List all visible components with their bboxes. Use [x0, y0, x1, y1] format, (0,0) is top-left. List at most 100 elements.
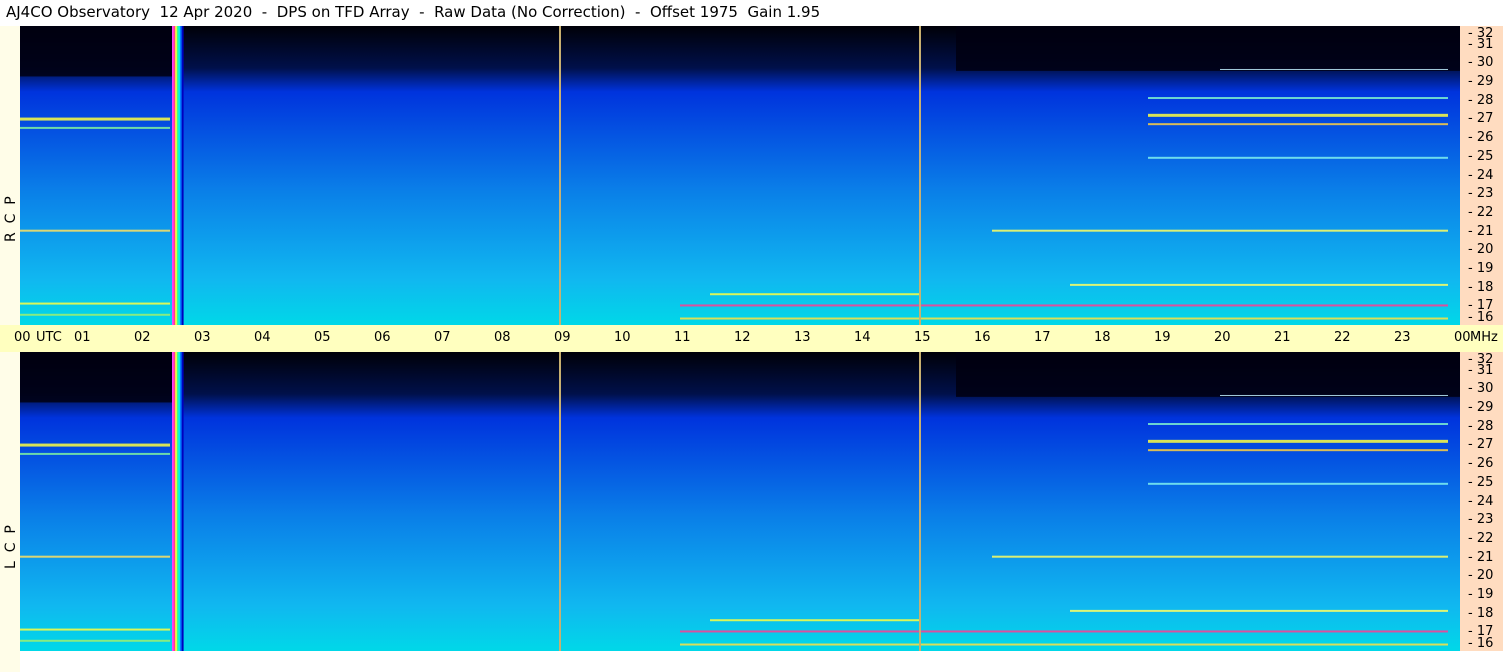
- time-tick-label: 22: [1334, 330, 1351, 345]
- interference-band: [20, 452, 170, 455]
- interference-band: [1220, 394, 1448, 396]
- time-tick-label: 20: [1214, 330, 1231, 345]
- time-tick-label: 00: [14, 330, 31, 345]
- lcp-background: [20, 352, 1460, 651]
- interference-band: [1148, 423, 1448, 426]
- frequency-tick-label: - 19: [1468, 260, 1494, 276]
- chart-title: AJ4CO Observatory 12 Apr 2020 - DPS on T…: [6, 3, 821, 21]
- frequency-tick-label: - 21: [1468, 549, 1494, 565]
- frequency-tick-label: - 18: [1468, 605, 1494, 621]
- interference-band: [1220, 68, 1448, 70]
- time-tick-label: 12: [734, 330, 751, 345]
- frequency-tick-label: - 24: [1468, 493, 1494, 509]
- interference-band: [680, 304, 1448, 307]
- utc-label: UTC: [36, 330, 62, 345]
- interference-band: [1148, 482, 1448, 485]
- interference-band: [1148, 97, 1448, 100]
- interference-band: [1148, 449, 1448, 452]
- broadband-burst: [181, 352, 184, 651]
- time-tick-label: 03: [194, 330, 211, 345]
- interference-band: [680, 643, 1448, 646]
- frequency-tick-label: - 20: [1468, 242, 1494, 258]
- time-tick-label: 07: [434, 330, 451, 345]
- frequency-tick-label: - 22: [1468, 204, 1494, 220]
- lcp-spectrogram-svg: [20, 352, 1460, 651]
- frequency-tick-label: - 31: [1468, 362, 1494, 378]
- time-tick-label: 04: [254, 330, 271, 345]
- dark-region: [956, 352, 1460, 397]
- interference-band: [680, 630, 1448, 633]
- interference-band: [1148, 113, 1448, 117]
- time-tick-label: 02: [134, 330, 151, 345]
- time-tick-label: 18: [1094, 330, 1111, 345]
- interference-band: [20, 313, 170, 316]
- dark-region: [20, 26, 176, 77]
- interference-band: [1148, 156, 1448, 159]
- lcp-spectrogram: [20, 352, 1460, 651]
- time-tick-label: 21: [1274, 330, 1291, 345]
- time-axis: 00 01 02 03 04 05 06 07 08 09 10 11 12 13 14 15 16 17 18 19…: [0, 325, 1503, 352]
- time-tick-label: 08: [494, 330, 511, 345]
- interference-band: [680, 317, 1448, 320]
- interference-band: [20, 117, 170, 121]
- broadband-burst: [181, 26, 184, 325]
- interference-band: [1148, 439, 1448, 443]
- interference-band: [20, 229, 170, 232]
- rcp-spectrogram: [20, 26, 1460, 325]
- lcp-label: L C P: [3, 525, 19, 569]
- frequency-tick-label: - 31: [1468, 36, 1494, 52]
- interference-band: [992, 229, 1448, 232]
- interference-band: [1070, 283, 1448, 286]
- mhz-label: MHz: [1470, 330, 1498, 345]
- rcp-spectrogram-svg: [20, 26, 1460, 325]
- time-tick-label: 13: [794, 330, 811, 345]
- time-tick-label: 09: [554, 330, 571, 345]
- interference-band: [20, 302, 170, 305]
- frequency-tick-label: - 27: [1468, 437, 1494, 453]
- interference-band: [1070, 609, 1448, 612]
- frequency-tick-label: - 18: [1468, 279, 1494, 295]
- frequency-tick-label: - 19: [1468, 586, 1494, 602]
- rcp-frequency-axis: - 32- 31- 30- 29- 28- 27- 26- 25- 24- 23…: [1460, 26, 1503, 325]
- time-tick-label: 06: [374, 330, 391, 345]
- time-tick-label: 11: [674, 330, 691, 345]
- frequency-tick-label: - 26: [1468, 130, 1494, 146]
- dark-region: [20, 352, 176, 403]
- time-tick-label: 00: [1454, 330, 1471, 345]
- interference-band: [1148, 123, 1448, 126]
- title-bar: AJ4CO Observatory 12 Apr 2020 - DPS on T…: [0, 0, 1503, 26]
- interference-band: [710, 619, 920, 622]
- interference-band: [20, 628, 170, 631]
- time-tick-label: 14: [854, 330, 871, 345]
- frequency-tick-label: - 23: [1468, 512, 1494, 528]
- frequency-tick-label: - 20: [1468, 568, 1494, 584]
- frequency-tick-label: - 21: [1468, 223, 1494, 239]
- interference-band: [20, 639, 170, 642]
- frequency-tick-label: - 29: [1468, 74, 1494, 90]
- time-tick-label: 15: [914, 330, 931, 345]
- frequency-tick-label: - 26: [1468, 456, 1494, 472]
- dark-region: [956, 26, 1460, 71]
- time-tick-label: 16: [974, 330, 991, 345]
- frequency-tick-label: - 30: [1468, 55, 1494, 71]
- rcp-label: R C P: [3, 196, 19, 242]
- interference-band: [20, 555, 170, 558]
- frequency-tick-label: - 16: [1468, 636, 1494, 651]
- frequency-tick-label: - 28: [1468, 418, 1494, 434]
- interference-band: [992, 555, 1448, 558]
- bottom-margin: [20, 651, 1503, 672]
- frequency-tick-label: - 27: [1468, 111, 1494, 127]
- time-tick-label: 19: [1154, 330, 1171, 345]
- frequency-tick-label: - 16: [1468, 310, 1494, 325]
- frequency-tick-label: - 29: [1468, 400, 1494, 416]
- time-tick-label: 01: [74, 330, 91, 345]
- time-tick-label: 10: [614, 330, 631, 345]
- lcp-frequency-axis: - 32- 31- 30- 29- 28- 27- 26- 25- 24- 23…: [1460, 352, 1503, 651]
- time-tick-label: 17: [1034, 330, 1051, 345]
- frequency-tick-label: - 23: [1468, 186, 1494, 202]
- interference-band: [20, 443, 170, 447]
- interference-band: [710, 293, 920, 296]
- time-tick-label: 05: [314, 330, 331, 345]
- time-tick-label: 23: [1394, 330, 1411, 345]
- frequency-tick-label: - 24: [1468, 167, 1494, 183]
